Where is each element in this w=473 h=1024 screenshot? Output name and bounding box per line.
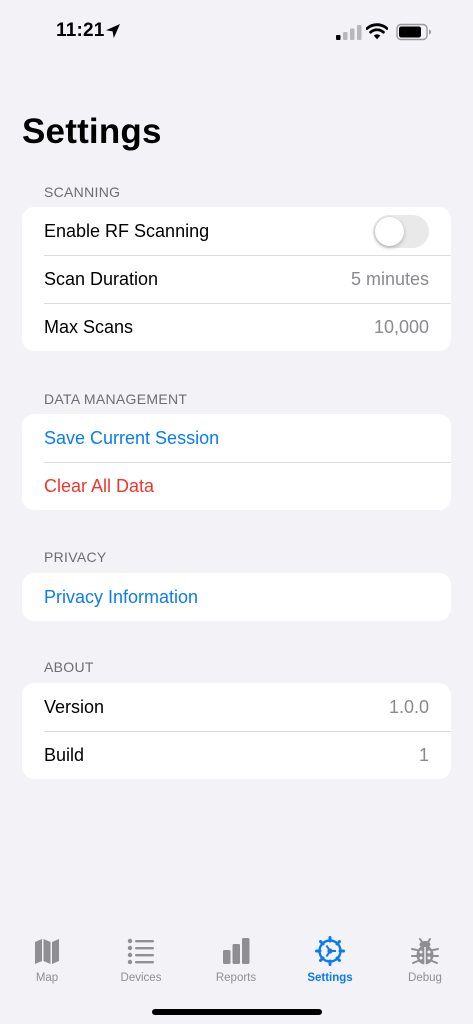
privacy-group: Privacy Information (22, 573, 451, 621)
gear-icon (315, 936, 345, 966)
section-header-data-management: DATA MANAGEMENT (44, 391, 188, 407)
max-scans-label: Max Scans (44, 316, 134, 337)
section-header-scanning: SCANNING (44, 184, 121, 200)
home-indicator (152, 1009, 322, 1015)
section-header-about: ABOUT (44, 659, 94, 675)
save-session-button[interactable]: Save Current Session (22, 414, 451, 462)
wifi-icon (366, 23, 388, 40)
cellular-signal-icon (336, 25, 362, 40)
tab-reports[interactable]: Reports (196, 936, 276, 996)
scan-duration-value: 5 minutes (350, 268, 429, 289)
tab-debug[interactable]: Debug (385, 936, 465, 996)
privacy-information-button[interactable]: Privacy Information (22, 573, 451, 621)
build-label: Build (44, 744, 85, 765)
build-row: Build 1 (22, 731, 451, 779)
clear-all-data-button[interactable]: Clear All Data (22, 462, 451, 510)
privacy-information-label: Privacy Information (44, 586, 199, 607)
version-value: 1.0.0 (388, 696, 429, 717)
tab-reports-label: Reports (215, 972, 257, 984)
map-icon (35, 939, 59, 964)
tab-settings[interactable]: Settings (290, 936, 370, 996)
data-management-group: Save Current Session Clear All Data (22, 414, 451, 510)
scan-duration-label: Scan Duration (44, 268, 159, 289)
settings-screen: 11:21 Settings SCANNING Enable RF Scanni… (0, 0, 473, 1024)
bar-chart-icon (223, 938, 250, 964)
list-icon (127, 938, 154, 965)
tab-debug-label: Debug (408, 972, 442, 984)
enable-rf-scanning-toggle[interactable] (373, 214, 429, 248)
version-row: Version 1.0.0 (22, 683, 451, 731)
status-bar: 11:21 (0, 0, 473, 64)
enable-rf-scanning-label: Enable RF Scanning (44, 220, 210, 241)
tab-map-label: Map (35, 972, 59, 984)
save-session-label: Save Current Session (44, 427, 220, 448)
build-value: 1 (418, 744, 429, 765)
tab-devices[interactable]: Devices (101, 936, 181, 996)
scanning-group: Enable RF Scanning Scan Duration 5 minut… (22, 207, 451, 351)
scan-duration-row[interactable]: Scan Duration 5 minutes (22, 255, 451, 303)
battery-icon (396, 23, 431, 41)
tab-map[interactable]: Map (7, 936, 87, 996)
section-header-privacy: PRIVACY (44, 549, 107, 565)
about-group: Version 1.0.0 Build 1 (22, 683, 451, 779)
status-time: 11:21 (56, 20, 105, 41)
tab-settings-label: Settings (307, 972, 353, 984)
bug-icon (411, 938, 439, 965)
page-title: Settings (22, 112, 162, 151)
location-arrow-icon (106, 24, 120, 38)
version-label: Version (44, 696, 105, 717)
max-scans-row[interactable]: Max Scans 10,000 (22, 303, 451, 351)
tab-devices-label: Devices (120, 972, 162, 984)
clear-all-data-label: Clear All Data (44, 475, 155, 496)
enable-rf-scanning-row: Enable RF Scanning (22, 207, 451, 255)
max-scans-value: 10,000 (373, 316, 429, 337)
toggle-knob (375, 216, 404, 246)
